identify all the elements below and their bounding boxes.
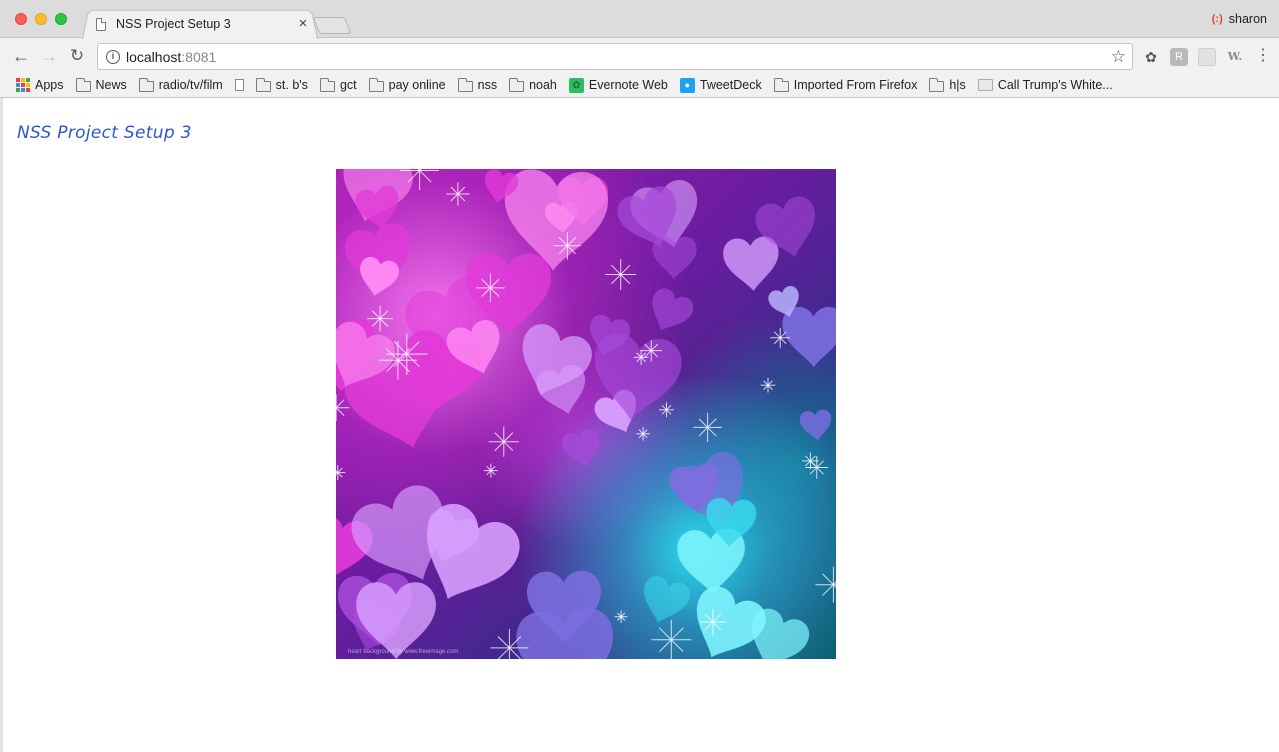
sparkle-shape: [336, 465, 346, 481]
active-tab-content[interactable]: NSS Project Setup 3 ×: [94, 14, 310, 34]
bookmark-call-white-house[interactable]: Call Trump's White...: [977, 78, 1113, 92]
profile-name: sharon: [1228, 12, 1267, 26]
bookmark-evernote-web[interactable]: ✿ Evernote Web: [568, 77, 668, 93]
bookmark-label: radio/tv/film: [158, 78, 223, 92]
bookmark-label: Apps: [35, 78, 64, 92]
forward-arrow-icon[interactable]: →: [37, 44, 61, 68]
adblock-extension-icon[interactable]: R: [1170, 48, 1188, 66]
heart-shape: [642, 284, 697, 340]
bookmark-folder-hs[interactable]: h|s: [929, 77, 966, 92]
bookmark-label: st. b's: [275, 78, 308, 92]
folder-icon: [138, 77, 154, 92]
vertical-dots-menu-icon[interactable]: ⋮: [1254, 47, 1272, 65]
bookmark-label: News: [95, 78, 127, 92]
bookmark-label: pay online: [388, 78, 446, 92]
sparkle-shape: [651, 619, 692, 659]
bookmark-label: h|s: [949, 78, 966, 92]
page-heading: NSS Project Setup 3: [17, 123, 192, 143]
bookmark-folder-st-bs[interactable]: st. b's: [255, 77, 308, 92]
title-bar: NSS Project Setup 3 × (:) sharon: [0, 0, 1279, 39]
bookmark-label: Call Trump's White...: [997, 78, 1113, 92]
url-port: :8081: [181, 48, 217, 65]
evernote-icon: ✿: [568, 77, 584, 93]
bookmark-folder-noah[interactable]: noah: [509, 77, 557, 92]
address-bar[interactable]: i localhost :8081 ☆: [97, 43, 1133, 70]
window-maximize-button[interactable]: [55, 13, 67, 25]
page-viewport: NSS Project Setup 3 heart background by …: [0, 98, 1279, 752]
heart-shape: [799, 408, 834, 443]
sparkle-shape: [815, 566, 836, 603]
apps-grid-icon: [16, 78, 30, 92]
bookmark-star-icon[interactable]: ☆: [1111, 47, 1126, 67]
hearts-image: heart background by www.freeimage.com: [336, 169, 836, 659]
bookmark-page[interactable]: [234, 79, 244, 91]
bookmark-folder-news[interactable]: News: [75, 77, 127, 92]
bookmark-label: gct: [339, 78, 357, 92]
browser-chrome: NSS Project Setup 3 × (:) sharon ← → ↻ i…: [0, 0, 1279, 98]
bookmark-folder-pay-online[interactable]: pay online: [368, 77, 446, 92]
back-arrow-icon[interactable]: ←: [9, 44, 33, 68]
bookmark-label: TweetDeck: [699, 78, 762, 92]
folder-icon: [255, 77, 271, 92]
heart-shape: [635, 573, 693, 630]
bookmark-folder-imported-from-firefox[interactable]: Imported From Firefox: [773, 77, 918, 92]
whitehouse-icon: [977, 79, 993, 91]
profile-sync-icon: (:): [1211, 13, 1223, 25]
heart-shape: [559, 427, 605, 471]
bookmark-folder-radio-tv-film[interactable]: radio/tv/film: [138, 77, 223, 92]
sparkle-shape: [636, 426, 650, 441]
page-icon: [96, 17, 106, 31]
sparkle-shape: [659, 402, 674, 418]
toolbar: ← → ↻ i localhost :8081 ☆ ✿ R W. ⋮: [0, 39, 1279, 73]
sparkle-shape: [760, 377, 776, 393]
folder-icon: [75, 77, 91, 92]
sparkle-shape: [693, 412, 723, 442]
bookmark-folder-nss[interactable]: nss: [457, 77, 498, 92]
folder-icon: [457, 77, 473, 92]
bookmark-label: nss: [477, 78, 498, 92]
blank-extension-icon[interactable]: [1198, 48, 1216, 66]
bookmark-label: noah: [529, 78, 557, 92]
hearts-svg: [336, 169, 836, 659]
folder-icon: [319, 77, 335, 92]
sparkle-shape: [446, 182, 470, 206]
tab-close-icon[interactable]: ×: [296, 16, 310, 31]
w-extension-icon[interactable]: W.: [1226, 48, 1244, 66]
heart-shape: [782, 306, 836, 368]
image-caption: heart background by www.freeimage.com: [348, 649, 459, 655]
sparkle-shape: [614, 610, 628, 624]
tweetdeck-icon: ●: [679, 77, 695, 93]
sparkle-shape: [488, 426, 519, 457]
bookmark-label: Imported From Firefox: [793, 78, 918, 92]
folder-icon: [773, 77, 789, 92]
bookmark-apps[interactable]: Apps: [16, 78, 64, 92]
folder-icon: [368, 77, 384, 92]
window-close-button[interactable]: [15, 13, 27, 25]
profile-button[interactable]: (:) sharon: [1212, 12, 1267, 26]
bookmark-label: Evernote Web: [588, 78, 668, 92]
new-tab-button[interactable]: [312, 17, 352, 34]
tab-title: NSS Project Setup 3: [116, 17, 231, 31]
url-host: localhost: [126, 48, 182, 65]
window-minimize-button[interactable]: [35, 13, 47, 25]
folder-icon: [929, 77, 945, 92]
heart-shape: [722, 235, 782, 293]
bookmark-folder-gct[interactable]: gct: [319, 77, 357, 92]
sparkle-shape: [483, 463, 498, 478]
bookmark-tweetdeck[interactable]: ● TweetDeck: [679, 77, 762, 93]
page-icon: [234, 79, 244, 91]
folder-icon: [509, 77, 525, 92]
info-icon[interactable]: i: [106, 49, 120, 64]
bookmarks-bar: Apps News radio/tv/film st. b's gct pay …: [0, 73, 1279, 97]
evernote-extension-icon[interactable]: ✿: [1142, 48, 1160, 66]
reload-icon[interactable]: ↻: [65, 44, 89, 68]
sparkle-shape: [605, 259, 637, 290]
